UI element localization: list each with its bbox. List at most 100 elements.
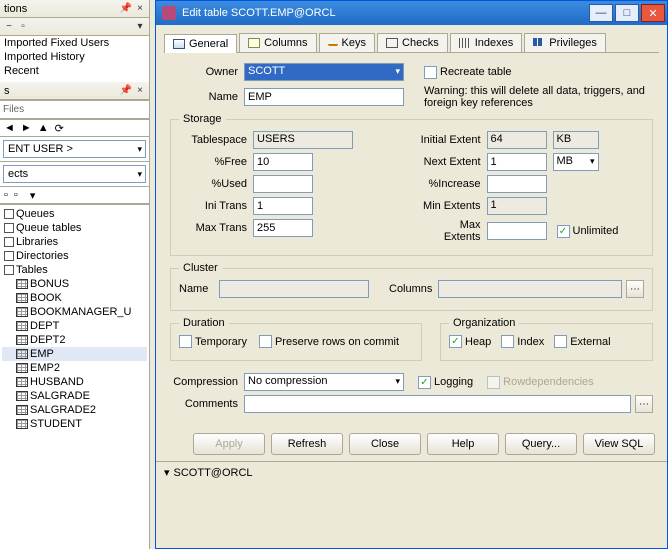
expand-icon[interactable]: ▫ xyxy=(18,22,28,32)
indexes-icon xyxy=(459,38,471,48)
chevron-down-icon[interactable]: ▾ xyxy=(135,22,145,32)
titlebar[interactable]: Edit table SCOTT.EMP@ORCL — □ ✕ xyxy=(156,1,667,25)
external-checkbox[interactable] xyxy=(554,335,567,348)
files-bar: Files xyxy=(0,100,149,119)
minimize-button[interactable]: — xyxy=(589,4,613,22)
cluster-legend: Cluster xyxy=(179,262,222,274)
heap-checkbox[interactable]: ✓ xyxy=(449,335,462,348)
tab-indexes[interactable]: Indexes xyxy=(450,33,523,52)
owner-dropdown[interactable]: SCOTT xyxy=(244,63,404,81)
tree-table[interactable]: STUDENT xyxy=(2,417,147,431)
tab-checks[interactable]: Checks xyxy=(377,33,448,52)
refresh-icon[interactable]: ⟳ xyxy=(55,122,64,135)
minext-field: 1 xyxy=(487,197,547,215)
tree-cat[interactable]: Libraries xyxy=(2,235,147,249)
recreate-checkbox[interactable] xyxy=(424,66,437,79)
name-label: Name xyxy=(170,91,244,103)
pin-icon[interactable]: 📌 xyxy=(121,86,131,96)
list-item[interactable]: Imported Fixed Users xyxy=(0,36,149,50)
cluster-name-field xyxy=(219,280,369,298)
files-label[interactable]: Files xyxy=(3,104,24,115)
tree-cat[interactable]: Directories xyxy=(2,249,147,263)
tree-table[interactable]: HUSBAND xyxy=(2,375,147,389)
object-tree[interactable]: Queues Queue tables Libraries Directorie… xyxy=(0,204,149,444)
tree-cat[interactable]: Queues xyxy=(2,207,147,221)
table-icon xyxy=(16,363,28,373)
privileges-icon xyxy=(533,38,545,48)
heap-label: Heap xyxy=(465,336,491,348)
objects-dropdown[interactable]: ects xyxy=(3,165,146,183)
maxext-input[interactable] xyxy=(487,222,547,240)
comments-more-button[interactable]: ⋯ xyxy=(635,395,653,413)
tab-general[interactable]: General xyxy=(164,34,237,53)
pctfree-input[interactable] xyxy=(253,153,313,171)
chevron-down-icon[interactable]: ▾ xyxy=(30,189,36,202)
user-dropdown[interactable]: ENT USER > xyxy=(3,140,146,158)
name-input[interactable] xyxy=(244,88,404,106)
initrans-input[interactable] xyxy=(253,197,313,215)
tree-cat[interactable]: Queue tables xyxy=(2,221,147,235)
refresh-button[interactable]: Refresh xyxy=(271,433,343,455)
temporary-checkbox[interactable] xyxy=(179,335,192,348)
tree-table[interactable]: SALGRADE xyxy=(2,389,147,403)
tree-table[interactable]: DEPT xyxy=(2,319,147,333)
tree-table-selected[interactable]: EMP xyxy=(2,347,147,361)
rowdep-label: Rowdependencies xyxy=(503,376,594,388)
recent-list[interactable]: Imported Fixed Users Imported History Re… xyxy=(0,36,149,82)
back-icon[interactable]: ◄ xyxy=(4,122,15,134)
close-button[interactable]: Close xyxy=(349,433,421,455)
collapse-icon[interactable]: − xyxy=(4,22,14,32)
up-icon[interactable]: ▲ xyxy=(38,122,49,134)
compression-dropdown[interactable]: No compression xyxy=(244,373,404,391)
logging-checkbox[interactable]: ✓ xyxy=(418,376,431,389)
tool-icon[interactable]: ▫ xyxy=(4,189,8,201)
close-button[interactable]: ✕ xyxy=(641,4,665,22)
status-bar: ▾ SCOTT@ORCL xyxy=(156,461,667,483)
tree-table[interactable]: BOOKMANAGER_U xyxy=(2,305,147,319)
pctused-label: %Used xyxy=(179,178,253,190)
tab-columns[interactable]: Columns xyxy=(239,33,316,52)
tool-icon[interactable]: ▫ xyxy=(14,189,18,201)
tab-bar: General Columns Keys Checks Indexes Priv… xyxy=(164,33,659,53)
cluster-more-button[interactable]: ⋯ xyxy=(626,280,644,298)
storage-fieldset: Storage TablespaceUSERS %Free %Used Ini … xyxy=(170,113,653,256)
temporary-label: Temporary xyxy=(195,336,247,348)
help-button[interactable]: Help xyxy=(427,433,499,455)
list-item[interactable]: Recent xyxy=(0,64,149,78)
tree-table[interactable]: SALGRADE2 xyxy=(2,403,147,417)
next-input[interactable] xyxy=(487,153,547,171)
tree-table[interactable]: BONUS xyxy=(2,277,147,291)
close-icon[interactable]: × xyxy=(135,4,145,14)
maxtrans-input[interactable] xyxy=(253,219,313,237)
folder-icon xyxy=(4,251,14,261)
viewsql-button[interactable]: View SQL xyxy=(583,433,655,455)
comments-input[interactable] xyxy=(244,395,631,413)
tree-table[interactable]: DEPT2 xyxy=(2,333,147,347)
unlimited-checkbox[interactable]: ✓ xyxy=(557,225,570,238)
index-checkbox[interactable] xyxy=(501,335,514,348)
keys-icon xyxy=(328,41,338,46)
tree-table[interactable]: BOOK xyxy=(2,291,147,305)
tab-privileges[interactable]: Privileges xyxy=(524,33,606,52)
close-icon[interactable]: × xyxy=(135,86,145,96)
tree-table[interactable]: EMP2 xyxy=(2,361,147,375)
maximize-button[interactable]: □ xyxy=(615,4,639,22)
next-unit-dropdown[interactable]: MB xyxy=(553,153,599,171)
pctused-input[interactable] xyxy=(253,175,313,193)
tree-cat[interactable]: Tables xyxy=(2,263,147,277)
fwd-icon[interactable]: ► xyxy=(21,122,32,134)
list-item[interactable]: Imported History xyxy=(0,50,149,64)
pctinc-input[interactable] xyxy=(487,175,547,193)
pin-icon[interactable]: 📌 xyxy=(121,4,131,14)
table-icon xyxy=(16,321,28,331)
preserve-checkbox[interactable] xyxy=(259,335,272,348)
folder-icon xyxy=(4,223,14,233)
recreate-label: Recreate table xyxy=(440,66,512,78)
query-button[interactable]: Query... xyxy=(505,433,577,455)
owner-label: Owner xyxy=(170,66,244,78)
panel-title: tions xyxy=(4,3,27,15)
duration-legend: Duration xyxy=(179,317,229,329)
chevron-down-icon[interactable]: ▾ xyxy=(164,466,170,479)
tab-keys[interactable]: Keys xyxy=(319,33,375,52)
panel-title-s: s xyxy=(4,85,10,97)
